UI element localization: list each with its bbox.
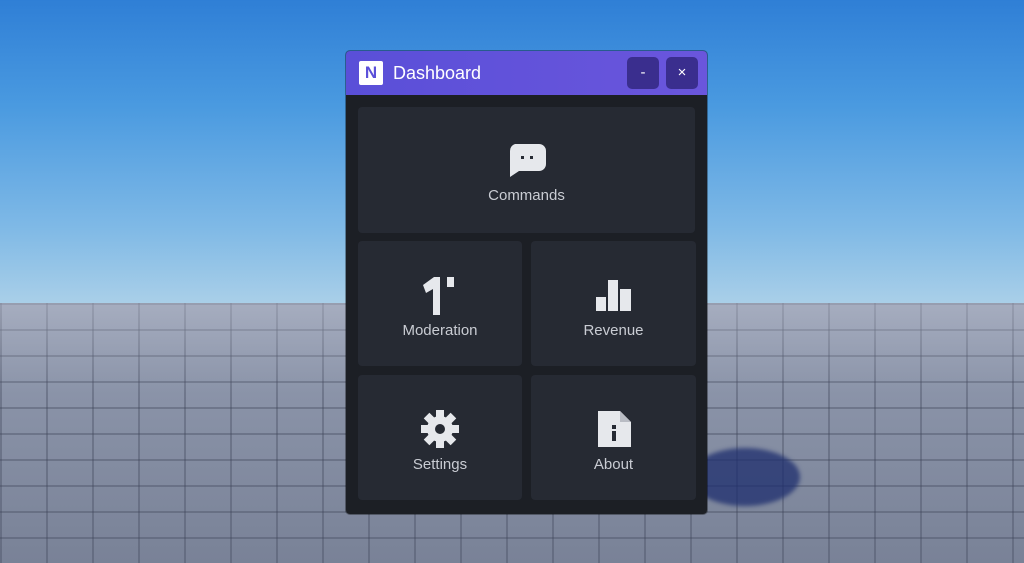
about-tile[interactable]: About xyxy=(531,375,696,500)
dashboard-window: N Dashboard - × Commands Moderation Reve… xyxy=(346,51,707,514)
moderation-tile[interactable]: Moderation xyxy=(358,241,522,366)
revenue-label: Revenue xyxy=(583,322,644,339)
commands-label: Commands xyxy=(488,187,565,204)
minimize-button[interactable]: - xyxy=(627,57,659,89)
revenue-tile[interactable]: Revenue xyxy=(531,241,696,366)
app-logo-icon: N xyxy=(359,61,383,85)
moderation-label: Moderation xyxy=(402,322,478,339)
window-title: Dashboard xyxy=(393,63,482,83)
about-label: About xyxy=(593,456,634,473)
info-document-icon xyxy=(597,411,631,447)
hammer-icon xyxy=(423,277,454,315)
game-viewport: N Dashboard - × Commands Moderation Reve… xyxy=(0,0,1024,563)
settings-tile[interactable]: Settings xyxy=(358,375,522,500)
window-titlebar[interactable]: N Dashboard - × xyxy=(346,51,707,95)
settings-label: Settings xyxy=(412,456,468,473)
close-button[interactable]: × xyxy=(666,57,698,89)
commands-tile[interactable]: Commands xyxy=(358,107,695,233)
chat-bubble-icon xyxy=(509,144,546,177)
gear-icon xyxy=(421,410,459,448)
bar-chart-icon xyxy=(595,280,631,311)
